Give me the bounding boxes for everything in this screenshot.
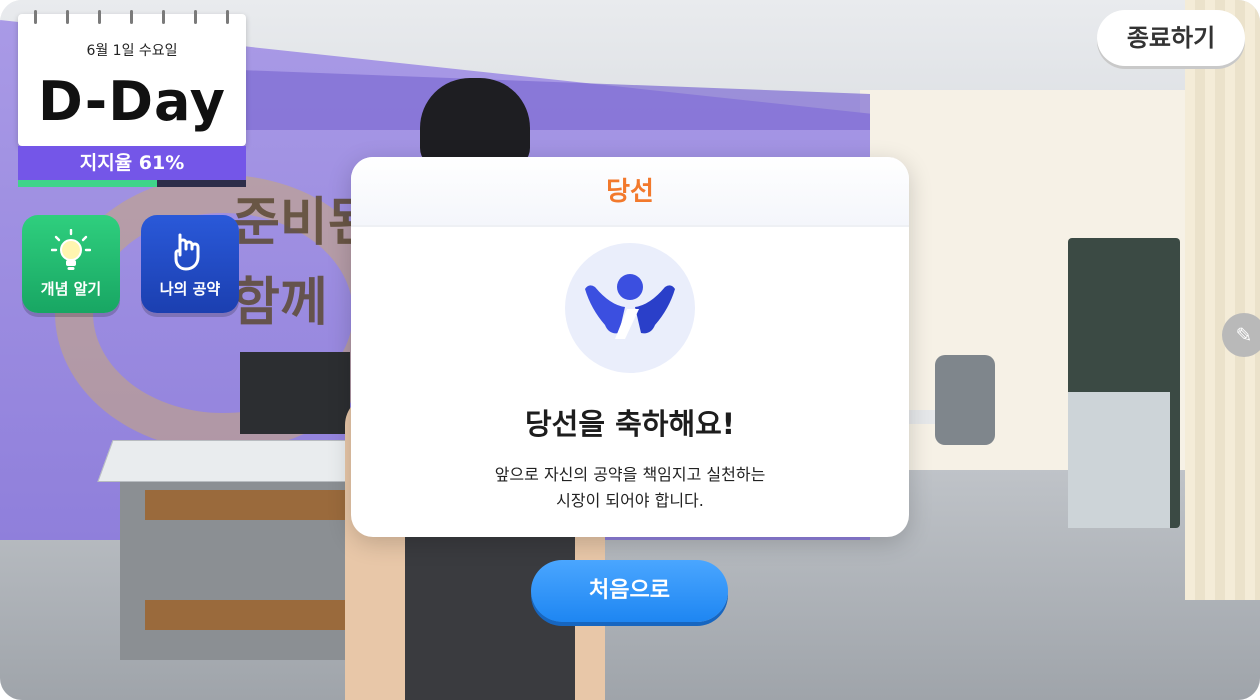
cabinet-lower-door (1068, 392, 1170, 528)
office-chair (935, 355, 995, 445)
support-rate-bar (18, 180, 246, 187)
calendar-paper: 6월 1일 수요일 D-Day (18, 10, 246, 146)
desk-top (97, 440, 365, 482)
modal-description-line-1: 앞으로 자신의 공약을 책임지고 실천하는 (494, 465, 766, 484)
modal-description-line-2: 시장이 되어야 합니다. (556, 491, 704, 510)
modal-heading: 당선을 축하해요! (524, 407, 736, 441)
dday-text: D-Day (37, 70, 227, 133)
game-screen: 준비된 함께 6월 1일 수요일 D-Day 지지율 61% 개념 알기 나의 … (0, 0, 1260, 700)
support-rate-label: 지지율 61% (18, 146, 246, 180)
desk-wood-panel (145, 490, 355, 520)
modal-title: 당선 (351, 157, 909, 227)
curtain (1185, 0, 1260, 600)
dday-calendar: 6월 1일 수요일 D-Day 지지율 61% (18, 10, 246, 194)
hand-pointing-icon (174, 233, 200, 271)
concept-button[interactable]: 개념 알기 (22, 215, 120, 313)
desk-wood-panel-lower (145, 600, 355, 630)
restart-button[interactable]: 처음으로 (531, 560, 728, 622)
calendar-ring (194, 10, 197, 24)
monitor (240, 352, 350, 434)
modal-description: 앞으로 자신의 공약을 책임지고 실천하는 시장이 되어야 합니다. (351, 462, 909, 514)
exit-button[interactable]: 종료하기 (1097, 10, 1245, 66)
calendar-ring (98, 10, 101, 24)
support-rate-bar-fill (18, 180, 158, 187)
concept-button-label: 개념 알기 (40, 280, 102, 298)
pencil-icon[interactable]: ✎ (1222, 313, 1260, 357)
calendar-ring (130, 10, 133, 24)
calendar-ring (34, 10, 37, 24)
wall-banner-text-2: 함께 (232, 273, 328, 333)
pledge-button-label: 나의 공약 (159, 280, 221, 298)
pledge-button[interactable]: 나의 공약 (141, 215, 239, 313)
celebrating-person-graphic (585, 274, 675, 339)
celebrating-person-icon (565, 243, 695, 373)
calendar-ring (66, 10, 69, 24)
election-result-modal: 당선 당선을 축하해요! 앞으로 자신의 공약을 책임지고 실천하는 시장이 되… (351, 157, 909, 537)
lightbulb-icon (51, 229, 91, 270)
calendar-date: 6월 1일 수요일 (86, 43, 178, 59)
character-hair (420, 78, 530, 168)
calendar-ring (162, 10, 165, 24)
calendar-ring (226, 10, 229, 24)
